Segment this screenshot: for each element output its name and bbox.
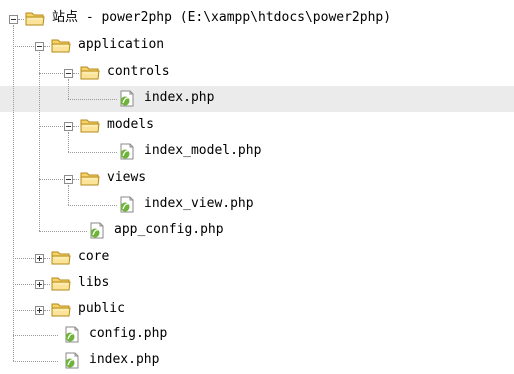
collapse-toggle[interactable] [64,122,73,131]
php-file-icon [87,222,107,239]
folder-icon [51,37,71,54]
tree-connector [73,179,79,180]
tree-connector [13,335,58,336]
php-file-icon [62,352,82,369]
folder-icon [51,275,71,292]
php-file-icon [117,196,137,213]
folder-icon [25,10,45,27]
folder-node[interactable]: views [0,166,514,192]
node-label: index.php [89,352,160,367]
tree-guide-line [68,79,69,99]
node-label: core [78,249,110,264]
tree-connector [44,310,50,311]
tree-guide-line [68,132,69,152]
file-node[interactable]: index.php [0,86,514,112]
file-node[interactable]: app_config.php [0,218,514,244]
node-label: views [107,170,147,185]
node-label: 站点 - power2php (E:\xampp\htdocs\power2ph… [52,10,392,25]
collapse-toggle[interactable] [64,175,73,184]
tree-connector [39,179,63,180]
folder-node[interactable]: public [0,297,514,323]
tree-connector [13,284,34,285]
tree-guide-line [13,25,14,361]
node-label: config.php [89,326,168,341]
node-label: application [78,37,165,52]
collapse-toggle[interactable] [35,42,44,51]
folder-icon [80,64,100,81]
tree-connector [13,310,34,311]
collapse-toggle[interactable] [9,15,18,24]
tree-connector [39,126,63,127]
folder-node[interactable]: controls [0,60,514,86]
tree-connector [73,73,79,74]
php-file-icon [117,90,137,107]
tree-connector [18,19,24,20]
node-label: libs [78,275,110,290]
node-label: app_config.php [114,222,224,237]
php-file-icon [117,143,137,160]
file-tree: 站点 - power2php (E:\xampp\htdocs\power2ph… [0,0,514,374]
expand-toggle[interactable] [35,306,44,315]
node-label: public [78,301,125,316]
tree-connector [68,99,117,100]
tree-connector [13,361,58,362]
tree-connector [39,73,63,74]
tree-connector [44,46,50,47]
tree-connector [68,152,117,153]
tree-guide-line [68,185,69,205]
node-label: index_model.php [144,143,262,158]
node-label: index.php [144,90,215,105]
file-node[interactable]: config.php [0,322,514,348]
file-node[interactable]: index.php [0,348,514,374]
tree-connector [68,205,117,206]
tree-connector [39,231,87,232]
tree-connector [44,284,50,285]
tree-connector [13,46,34,47]
folder-icon [80,117,100,134]
expand-toggle[interactable] [35,254,44,263]
folder-icon [80,170,100,187]
tree-connector [44,258,50,259]
folder-node[interactable]: core [0,245,514,271]
node-label: controls [107,64,170,79]
tree-guide-line [39,52,40,231]
collapse-toggle[interactable] [64,69,73,78]
tree-connector [13,258,34,259]
folder-node[interactable]: application [0,33,514,59]
file-node[interactable]: index_view.php [0,192,514,218]
expand-toggle[interactable] [35,280,44,289]
file-node[interactable]: index_model.php [0,139,514,165]
folder-node[interactable]: libs [0,271,514,297]
folder-node[interactable]: models [0,113,514,139]
node-label: models [107,117,154,132]
tree-connector [73,126,79,127]
folder-icon [51,301,71,318]
folder-node[interactable]: 站点 - power2php (E:\xampp\htdocs\power2ph… [0,6,514,32]
folder-icon [51,249,71,266]
node-label: index_view.php [144,196,254,211]
php-file-icon [62,326,82,343]
